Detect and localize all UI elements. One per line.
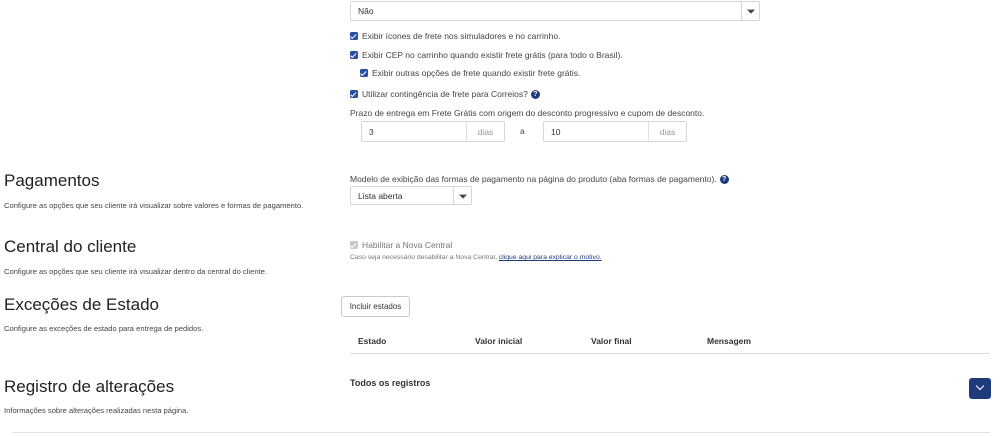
prazo-max-input[interactable]: 10 dias — [543, 121, 687, 142]
checkbox-label: Exibir outras opções de frete quando exi… — [372, 68, 581, 78]
bottom-divider — [12, 432, 990, 433]
prazo-max-value: 10 — [551, 126, 561, 137]
checkbox-outras-opcoes[interactable]: Exibir outras opções de frete quando exi… — [360, 68, 580, 78]
todos-registros: Todos os registros — [350, 378, 431, 388]
central-link[interactable]: clique aqui para explicar o motivo. — [499, 254, 602, 261]
central-note: Caso seja necessário desabilitar a Nova … — [350, 254, 497, 261]
modelo-label-row: Modelo de exibição das formas de pagamen… — [350, 174, 729, 184]
question-circle-icon[interactable]: ? — [719, 174, 729, 184]
expand-registros-button[interactable] — [969, 378, 991, 399]
table-divider — [350, 353, 990, 354]
excecoes-title: Exceções de Estado — [4, 295, 159, 314]
checkbox-icon[interactable] — [360, 69, 368, 77]
column-mensagem: Mensagem — [707, 336, 751, 346]
excecoes-desc: Configure as exceções de estado para ent… — [4, 324, 204, 333]
column-valor-final: Valor final — [591, 336, 632, 346]
frete-select-arrow[interactable] — [741, 2, 759, 20]
column-valor-inicial: Valor inicial — [475, 336, 523, 346]
prazo-max-unit: dias — [648, 122, 686, 141]
checkbox-icon[interactable] — [350, 90, 358, 98]
modelo-label: Modelo de exibição das formas de pagamen… — [350, 174, 717, 184]
checkbox-contingencia[interactable]: Utilizar contingência de frete para Corr… — [350, 89, 540, 99]
caret-down-icon — [746, 9, 755, 14]
registro-title: Registro de alterações — [4, 377, 175, 396]
checkbox-label: Exibir CEP no carrinho quando existir fr… — [362, 50, 623, 60]
checkbox-icon[interactable] — [350, 51, 358, 59]
checkbox-nova-central: Habilitar a Nova Central — [350, 240, 452, 250]
central-title: Central do cliente — [4, 237, 137, 256]
question-circle-icon[interactable]: ? — [530, 89, 540, 99]
column-estado: Estado — [358, 336, 387, 346]
checkbox-label: Habilitar a Nova Central — [362, 240, 453, 250]
checkbox-icon[interactable] — [350, 32, 358, 40]
central-desc: Configure as opções que seu cliente irá … — [4, 267, 267, 276]
pagamentos-title: Pagamentos — [4, 171, 100, 190]
registro-desc: Informações sobre alterações realizadas … — [4, 406, 189, 415]
prazo-min-unit: dias — [466, 122, 504, 141]
checkbox-exibir-cep[interactable]: Exibir CEP no carrinho quando existir fr… — [350, 50, 623, 60]
frete-select-value: Não — [358, 6, 374, 16]
checkbox-icon — [350, 241, 358, 249]
pagamentos-select-value: Lista aberta — [358, 190, 403, 201]
frete-select[interactable]: Não — [350, 1, 760, 21]
checkbox-exibir-icones[interactable]: Exibir ícones de frete nos simuladores e… — [350, 31, 560, 41]
incluir-estados-button[interactable]: Incluir estados — [341, 296, 410, 317]
checkbox-label: Exibir ícones de frete nos simuladores e… — [362, 31, 561, 41]
chevron-down-icon — [975, 382, 985, 391]
pagamentos-select-arrow[interactable] — [453, 187, 471, 204]
checkbox-label: Utilizar contingência de frete para Corr… — [362, 89, 528, 99]
prazo-min-input[interactable]: 3 dias — [361, 121, 505, 142]
central-note-row: Caso seja necessário desabilitar a Nova … — [350, 254, 602, 261]
prazo-separator: a — [520, 126, 525, 136]
prazo-min-value: 3 — [369, 126, 374, 137]
pagamentos-desc: Configure as opções que seu cliente irá … — [4, 201, 304, 210]
caret-down-icon — [458, 194, 467, 199]
pagamentos-select[interactable]: Lista aberta — [350, 186, 472, 205]
prazo-label: Prazo de entrega em Frete Grátis com ori… — [350, 108, 705, 118]
